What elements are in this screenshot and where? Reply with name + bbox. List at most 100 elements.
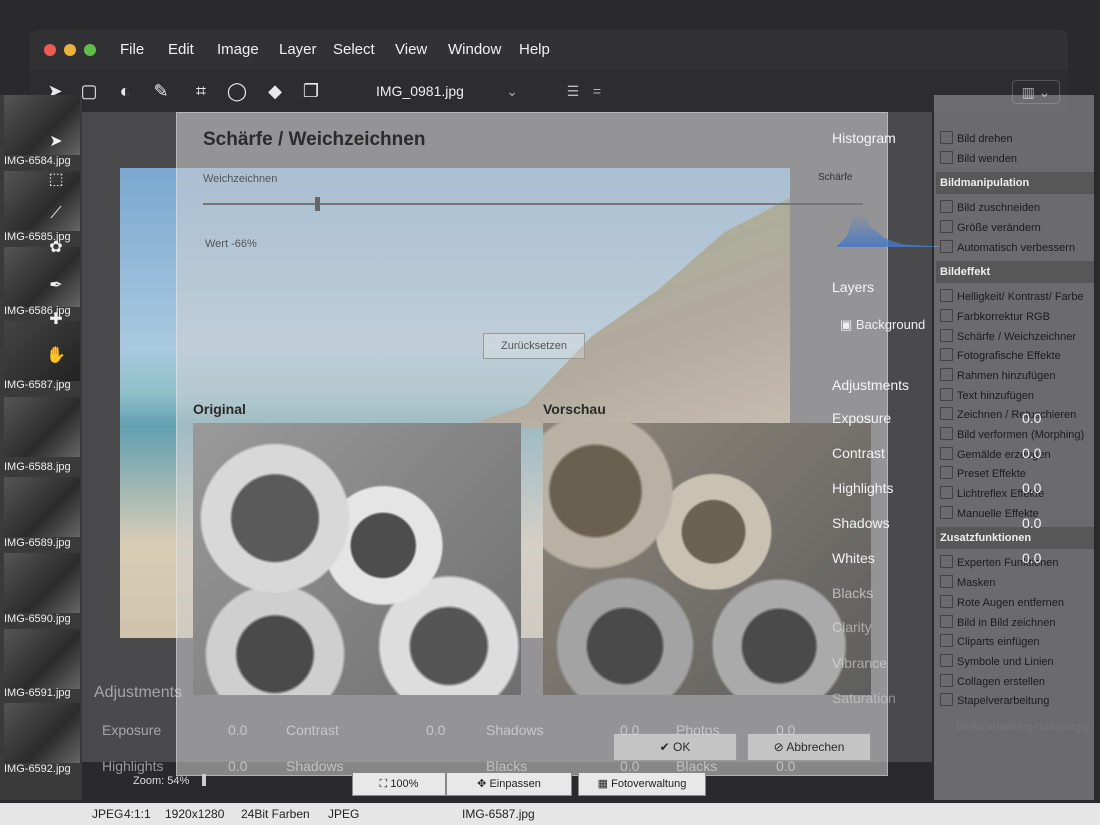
- adjust-highlights[interactable]: Highlights: [832, 480, 893, 496]
- flare-icon: [940, 486, 953, 499]
- menu-item[interactable]: Farbkorrektur RGB: [940, 309, 1050, 323]
- maximize-window-icon[interactable]: [84, 44, 96, 56]
- pen-icon[interactable]: ✒: [44, 275, 68, 299]
- menu-layer[interactable]: Layer: [279, 41, 317, 58]
- menu-item[interactable]: Schärfe / Weichzeichner: [940, 329, 1076, 343]
- adjust-shadows[interactable]: Shadows: [832, 515, 890, 531]
- align-icon[interactable]: ☰: [562, 80, 584, 102]
- menu-item-label: Schärfe / Weichzeichner: [957, 331, 1077, 343]
- brush-icon[interactable]: ⟋: [44, 205, 68, 229]
- menu-edit[interactable]: Edit: [168, 41, 194, 58]
- menu-item[interactable]: Fotografische Effekte: [940, 348, 1061, 362]
- original-preview-image: [193, 423, 521, 695]
- menu-item[interactable]: Masken: [940, 575, 996, 589]
- menu-item[interactable]: Bild drehen: [940, 131, 1013, 145]
- menu-item[interactable]: Größe verändern: [940, 220, 1041, 234]
- toolbar: ➤ ▢ ◐ ✎ ⌗ ◯ ◆ ❐ IMG_0981.jpg ⌄ ☰ = ▥ ⌄: [30, 70, 1068, 112]
- adjust-exposure[interactable]: Exposure: [832, 410, 891, 426]
- blur-slider-handle[interactable]: [315, 197, 321, 211]
- menu-item[interactable]: Rote Augen entfernen: [940, 595, 1064, 609]
- eraser-icon[interactable]: ◆: [264, 80, 286, 102]
- menu-item[interactable]: Text hinzufügen: [940, 388, 1034, 402]
- bandaid-icon[interactable]: ✚: [44, 309, 68, 333]
- minimize-window-icon[interactable]: [64, 44, 76, 56]
- menu-select[interactable]: Select: [333, 41, 375, 58]
- menu-item[interactable]: Bild verformen (Morphing): [940, 427, 1084, 441]
- menu-item[interactable]: Preset Effekte: [940, 466, 1026, 480]
- layers-title: Layers: [832, 279, 875, 295]
- rgb-icon: [940, 309, 953, 322]
- edit-icon[interactable]: ✎: [150, 80, 172, 102]
- menu-item[interactable]: Rahmen hinzufügen: [940, 368, 1055, 382]
- menu-item[interactable]: Symbole und Linien: [940, 654, 1054, 668]
- layer-row[interactable]: ▣ Background: [840, 317, 925, 333]
- grid-icon: ▦: [597, 778, 612, 790]
- magic-icon: [940, 240, 953, 253]
- slider-label: Weichzeichnen: [203, 173, 278, 185]
- thumbnail-image[interactable]: [4, 477, 80, 537]
- adjust-contrast[interactable]: Contrast: [832, 445, 885, 461]
- undo-button[interactable]: Bildbearbeitung rückgängig: [956, 721, 1089, 733]
- menu-item[interactable]: Bild in Bild zeichnen: [940, 615, 1055, 629]
- menu-item[interactable]: Stapelverarbeitung: [940, 693, 1049, 707]
- thumbnail-image[interactable]: [4, 703, 80, 763]
- reset-button[interactable]: Zurücksetzen: [483, 333, 585, 359]
- palette-icon[interactable]: ◐: [114, 80, 136, 102]
- photo-manager-button[interactable]: ▦ Fotoverwaltung: [578, 772, 706, 796]
- menu-item[interactable]: Bild zuschneiden: [940, 200, 1040, 214]
- duplicate-icon[interactable]: ❐: [300, 80, 322, 102]
- morph-icon: [940, 427, 953, 440]
- ghost-label: Contrast: [286, 722, 339, 738]
- status-bar: JPEG 4:1:1 1920x1280 24Bit Farben JPEG I…: [0, 803, 1100, 825]
- menu-item-label: Symbole und Linien: [957, 656, 1054, 668]
- menu-item[interactable]: Helligkeit/ Kontrast/ Farbe: [940, 289, 1084, 303]
- thumbnail-image[interactable]: [4, 629, 80, 689]
- menu-item-label: Text hinzufügen: [957, 390, 1035, 402]
- file-select[interactable]: IMG_0981.jpg ⌄: [366, 78, 526, 104]
- menu-file[interactable]: File: [120, 41, 144, 58]
- menu-view[interactable]: View: [395, 41, 427, 58]
- thumbnail-image[interactable]: [4, 397, 80, 457]
- blur-slider-track[interactable]: [203, 203, 863, 205]
- flip-icon: [940, 151, 953, 164]
- adjust-saturation[interactable]: Saturation: [832, 690, 896, 706]
- adjust-blacks[interactable]: Blacks: [832, 585, 873, 601]
- chevron-down-icon: ⌄: [506, 83, 518, 99]
- file-select-value: IMG_0981.jpg: [376, 83, 464, 99]
- adjust-whites[interactable]: Whites: [832, 550, 875, 566]
- menu-item[interactable]: Bild wenden: [940, 151, 1017, 165]
- fit-button[interactable]: ✥ Einpassen: [446, 772, 572, 796]
- zoom-slider-handle[interactable]: [202, 774, 206, 786]
- adjust-vibrance[interactable]: Vibrance: [832, 655, 887, 671]
- adjust-clarity[interactable]: Clarity: [832, 619, 872, 635]
- menu-image[interactable]: Image: [217, 41, 259, 58]
- menu-item[interactable]: Zeichnen / Retuschieren: [940, 407, 1076, 421]
- menu-item[interactable]: Automatisch verbessern: [940, 240, 1075, 254]
- scharfe-label: Schärfe: [818, 172, 853, 183]
- crop-icon[interactable]: ⌗: [190, 80, 212, 102]
- thumbnail-image[interactable]: [4, 553, 80, 613]
- histogram-title: Histogram: [832, 130, 896, 146]
- ghost-label: Photos: [676, 722, 720, 738]
- lasso-icon[interactable]: ◯: [226, 80, 248, 102]
- menu-help[interactable]: Help: [519, 41, 550, 58]
- layer-name: Background: [855, 317, 926, 332]
- menu-item-label: Experten Funktionen: [957, 557, 1059, 569]
- zoom-100-button[interactable]: ⛶ 100%: [352, 772, 446, 796]
- menu-icon[interactable]: =: [586, 80, 608, 102]
- thumbnail-label: IMG-6589.jpg: [4, 537, 71, 549]
- close-window-icon[interactable]: [44, 44, 56, 56]
- menu-item-label: Größe verändern: [957, 222, 1041, 234]
- menu-item[interactable]: Collagen erstellen: [940, 674, 1045, 688]
- menu-item-label: Stapelverarbeitung: [957, 695, 1050, 707]
- menu-item-label: Cliparts einfügen: [957, 636, 1040, 648]
- left-tool-column: ➤ ⬚ ⟋ ✿ ✒ ✚ ✋: [38, 125, 73, 385]
- ghost-value: 0.0: [228, 722, 248, 738]
- clone-icon[interactable]: ✿: [44, 237, 68, 261]
- menu-window[interactable]: Window: [448, 41, 501, 58]
- menu-item[interactable]: Cliparts einfügen: [940, 634, 1040, 648]
- marquee-icon[interactable]: ⬚: [44, 169, 68, 193]
- menu-item-label: Bild wenden: [957, 153, 1017, 165]
- arrow-tool-icon[interactable]: ➤: [44, 131, 68, 155]
- hand-icon[interactable]: ✋: [44, 345, 68, 369]
